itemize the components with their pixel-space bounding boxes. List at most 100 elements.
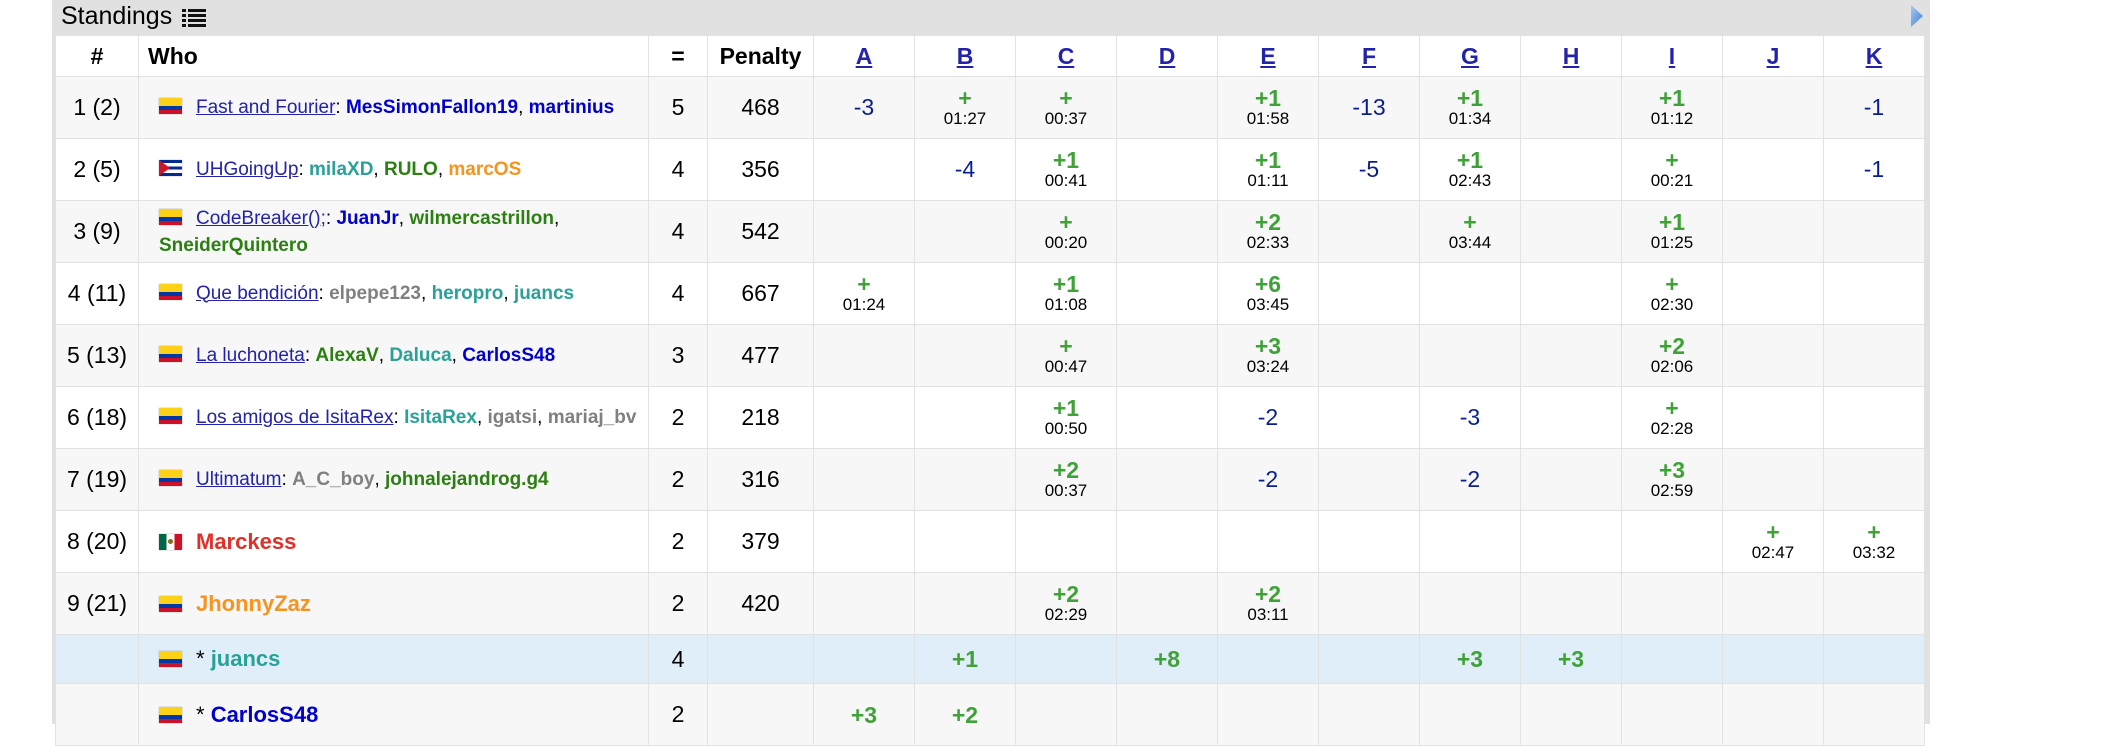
- problem-cell-i[interactable]: +02:30: [1621, 262, 1723, 325]
- problem-link-i[interactable]: I: [1621, 35, 1723, 77]
- problem-cell-i[interactable]: +2 02:06: [1621, 324, 1723, 387]
- problem-link-j[interactable]: J: [1722, 35, 1824, 77]
- problem-cell-i[interactable]: +1 01:25: [1621, 200, 1723, 263]
- problem-cell-e[interactable]: -2: [1217, 386, 1319, 449]
- team-name-link[interactable]: UHGoingUp: [196, 159, 298, 180]
- problem-link-a[interactable]: A: [813, 35, 915, 77]
- member-handle-link[interactable]: johnalejandrog.g4: [385, 469, 549, 490]
- member-handle-link[interactable]: mariaj_bv: [548, 407, 637, 428]
- problem-cell-c[interactable]: +1 00:41: [1015, 138, 1117, 201]
- member-handle-link[interactable]: martinius: [529, 97, 615, 118]
- member-handle-link[interactable]: RULO: [384, 159, 438, 180]
- problem-cell-g[interactable]: +03:44: [1419, 200, 1521, 263]
- problem-cell-e[interactable]: +2 03:11: [1217, 572, 1319, 635]
- member-handle-link[interactable]: SneiderQuintero: [159, 235, 308, 256]
- problem-link-f[interactable]: F: [1318, 35, 1420, 77]
- participant-handle-link[interactable]: * juancs: [196, 646, 280, 671]
- problem-cell-k[interactable]: +03:32: [1823, 510, 1925, 573]
- problem-cell-d: [1116, 572, 1218, 635]
- team-name-link[interactable]: La luchoneta: [196, 345, 305, 366]
- team-name-link[interactable]: Ultimatum: [196, 469, 282, 490]
- problem-cell-c[interactable]: +00:47: [1015, 324, 1117, 387]
- problem-cell-h[interactable]: +3: [1520, 634, 1622, 684]
- participant-handle-link[interactable]: * CarlosS48: [196, 702, 318, 727]
- problem-link-k[interactable]: K: [1823, 35, 1925, 77]
- table-row: 2 (5) UHGoingUp: milaXD, RULO, marcOS 4 356…: [55, 138, 1925, 201]
- problem-cell-g[interactable]: +1 01:34: [1419, 76, 1521, 139]
- submission-time: 03:11: [1247, 604, 1289, 624]
- member-handle-link[interactable]: marcOS: [448, 159, 521, 180]
- problem-cell-i[interactable]: +00:21: [1621, 138, 1723, 201]
- problem-cell-g[interactable]: -3: [1419, 386, 1521, 449]
- accepted-mark: +2: [1052, 456, 1080, 483]
- member-handle-link[interactable]: wilmercastrillon: [409, 208, 554, 229]
- problem-cell-f[interactable]: -5: [1318, 138, 1420, 201]
- problem-cell-e[interactable]: +3 03:24: [1217, 324, 1319, 387]
- member-handle-link[interactable]: heropro: [432, 283, 504, 304]
- problem-cell-f[interactable]: -13: [1318, 76, 1420, 139]
- member-handle-link[interactable]: juancs: [514, 283, 574, 304]
- problem-cell-g[interactable]: +3: [1419, 634, 1521, 684]
- problem-cell-d[interactable]: +8: [1116, 634, 1218, 684]
- team-name-link[interactable]: Que bendición: [196, 283, 319, 304]
- team-name-link[interactable]: Los amigos de IsitaRex: [196, 407, 394, 428]
- problem-cell-a[interactable]: +01:24: [813, 262, 915, 325]
- problem-link-h[interactable]: H: [1520, 35, 1622, 77]
- problem-link-c[interactable]: C: [1015, 35, 1117, 77]
- problem-cell-b[interactable]: +1: [914, 634, 1016, 684]
- member-handle-link[interactable]: igatsi: [488, 407, 538, 428]
- problem-cell-e[interactable]: +2 02:33: [1217, 200, 1319, 263]
- problem-link-b[interactable]: B: [914, 35, 1016, 77]
- participant-handle-link[interactable]: Marckess: [196, 529, 296, 554]
- team-name-link[interactable]: CodeBreaker();: [196, 208, 326, 229]
- problem-link-e[interactable]: E: [1217, 35, 1319, 77]
- member-handle-link[interactable]: CarlosS48: [462, 345, 555, 366]
- problem-cell-e[interactable]: +1 01:58: [1217, 76, 1319, 139]
- member-handle-link[interactable]: MesSimonFallon19: [346, 97, 518, 118]
- who-cell: Ultimatum: A_C_boy, johnalejandrog.g4: [138, 448, 649, 511]
- problem-cell-b[interactable]: +01:27: [914, 76, 1016, 139]
- member-handle-link[interactable]: Daluca: [389, 345, 451, 366]
- problem-cell-c[interactable]: +00:20: [1015, 200, 1117, 263]
- problem-cell-e[interactable]: +1 01:11: [1217, 138, 1319, 201]
- list-icon[interactable]: [182, 8, 206, 33]
- problem-cell-c[interactable]: +1 01:08: [1015, 262, 1117, 325]
- member-handle-link[interactable]: JuanJr: [336, 208, 398, 229]
- problem-cell-j[interactable]: +02:47: [1722, 510, 1824, 573]
- problem-cell-a[interactable]: -3: [813, 76, 915, 139]
- problem-cell-g[interactable]: +1 02:43: [1419, 138, 1521, 201]
- accepted-mark: +: [1766, 518, 1780, 545]
- problem-cell-k[interactable]: -1: [1823, 76, 1925, 139]
- problem-cell-c[interactable]: +00:37: [1015, 76, 1117, 139]
- problem-cell-c[interactable]: +2 02:29: [1015, 572, 1117, 635]
- expand-arrow-icon[interactable]: [1910, 4, 1924, 33]
- member-handle-link[interactable]: milaXD: [309, 159, 373, 180]
- member-handle-link[interactable]: AlexaV: [315, 345, 378, 366]
- problem-cell-i[interactable]: +02:28: [1621, 386, 1723, 449]
- rank-cell: 5 (13): [55, 324, 139, 387]
- problem-cell-b[interactable]: -4: [914, 138, 1016, 201]
- problem-cell-b[interactable]: +2: [914, 683, 1016, 746]
- problem-cell-c[interactable]: +2 00:37: [1015, 448, 1117, 511]
- problem-cell-b: [914, 572, 1016, 635]
- member-handle-link[interactable]: elpepe123: [329, 283, 421, 304]
- problem-link-g[interactable]: G: [1419, 35, 1521, 77]
- participant-handle-link[interactable]: JhonnyZaz: [196, 591, 311, 616]
- problem-cell-a[interactable]: +3: [813, 683, 915, 746]
- problem-cell-b: [914, 200, 1016, 263]
- member-handle-link[interactable]: IsitaRex: [404, 407, 477, 428]
- problem-link-d[interactable]: D: [1116, 35, 1218, 77]
- accepted-mark: +2: [1254, 208, 1282, 235]
- problem-cell-i[interactable]: +3 02:59: [1621, 448, 1723, 511]
- team-name-link[interactable]: Fast and Fourier: [196, 97, 335, 118]
- problem-cell-e[interactable]: +6 03:45: [1217, 262, 1319, 325]
- problem-cell-k: [1823, 324, 1925, 387]
- problem-cell-g[interactable]: -2: [1419, 448, 1521, 511]
- problem-cell-h: [1520, 324, 1622, 387]
- problem-cell-e[interactable]: -2: [1217, 448, 1319, 511]
- member-handle-link[interactable]: A_C_boy: [292, 469, 374, 490]
- problem-cell-i[interactable]: +1 01:12: [1621, 76, 1723, 139]
- problem-cell-c[interactable]: +1 00:50: [1015, 386, 1117, 449]
- problem-cell-e: [1217, 683, 1319, 746]
- problem-cell-k[interactable]: -1: [1823, 138, 1925, 201]
